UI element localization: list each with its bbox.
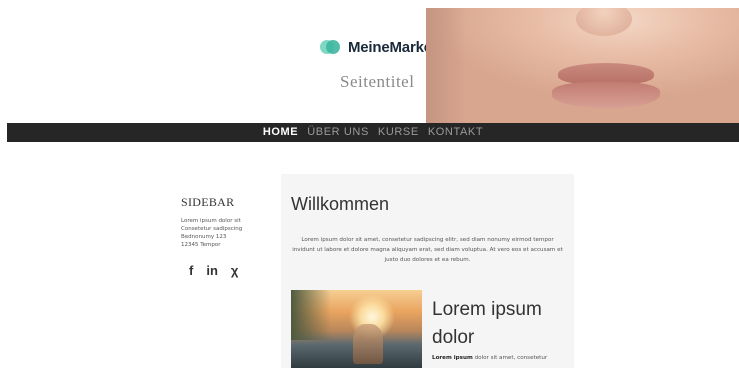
sidebar-line: Consetetur sadipscing [181,226,243,232]
nav-item-kontakt[interactable]: KONTAKT [428,123,483,142]
sidebar-title: SIDEBAR [181,195,235,209]
nav-item-kurse[interactable]: KURSE [378,123,419,142]
feature-image [291,290,422,368]
content-card: Willkommen Lorem ipsum dolor sit amet, c… [281,174,574,368]
feature-text: Lorem ipsum dolor sit amet, consetetur [432,354,572,362]
hero-image [426,8,739,123]
nav-item-home[interactable]: HOME [263,123,298,142]
xing-icon[interactable]: χ [231,263,238,278]
sidebar: SIDEBAR Lorem ipsum dolor sit Consetetur… [181,195,271,278]
sidebar-address: Lorem ipsum dolor sit Consetetur sadipsc… [181,217,271,249]
brand-name: MeineMarke [348,38,432,56]
linkedin-icon[interactable]: in [206,263,218,278]
sidebar-line: 12345 Tempor [181,242,221,248]
feature-heading: Lorem ipsum dolor [432,299,542,348]
feature-text-bold: Lorem ipsum [432,355,473,361]
sidebar-line: Lorem ipsum dolor sit [181,218,241,224]
main-nav: HOME ÜBER UNS KURSE KONTAKT [7,123,739,142]
intro-text: Lorem ipsum dolor sit amet, consetetur s… [292,237,563,263]
page-title: Seitentitel [340,72,415,91]
feature-text-rest: dolor sit amet, consetetur [472,355,548,361]
brand-logo[interactable]: MeineMarke [320,38,432,56]
sidebar-line: Bednonumy 123 [181,234,227,240]
welcome-heading: Willkommen [291,194,390,214]
nav-item-ueber-uns[interactable]: ÜBER UNS [307,123,369,142]
facebook-icon[interactable]: f [189,263,193,278]
site-header: MeineMarke Seitentitel [0,0,739,123]
logo-mark-icon [320,38,342,56]
social-links: f in χ [181,263,271,278]
